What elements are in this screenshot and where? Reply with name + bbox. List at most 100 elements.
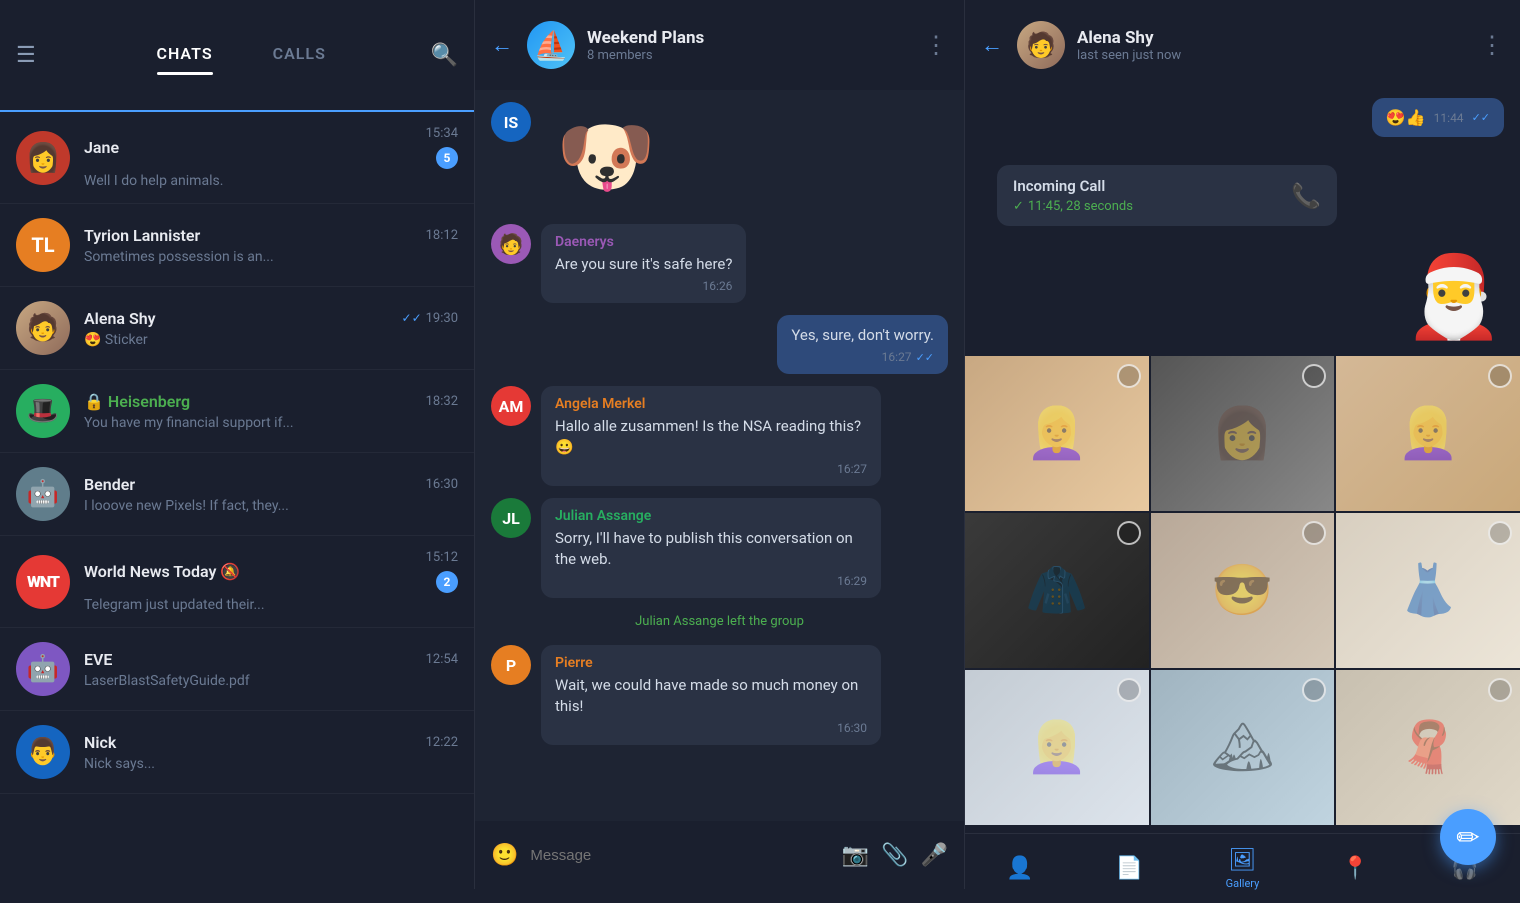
- files-icon: 📄: [1116, 856, 1143, 881]
- chat-preview: 😍 Sticker: [84, 332, 458, 348]
- incoming-call-container: Incoming Call ✓ 11:45, 28 seconds 📞: [965, 145, 1520, 246]
- list-item[interactable]: 🤖 Bender 16:30 I looove new Pixels! If f…: [0, 453, 474, 536]
- avatar: 👩: [16, 131, 70, 185]
- unread-badge: 2: [436, 571, 458, 593]
- avatar: 🎩: [16, 384, 70, 438]
- header-info: Alena Shy last seen just now: [1077, 28, 1480, 63]
- chat-preview: Telegram just updated their...: [84, 597, 458, 613]
- photo-cell[interactable]: 😎: [1151, 513, 1335, 668]
- photo-cell[interactable]: 🏔: [1151, 670, 1335, 825]
- call-time: ✓ 11:45, 28 seconds: [1013, 199, 1133, 214]
- person-figure: 👱‍♀️: [1026, 405, 1088, 463]
- photo-select-radio[interactable]: [1488, 521, 1512, 545]
- photo-cell[interactable]: 👱‍♀️: [965, 670, 1149, 825]
- photo-cell[interactable]: 🧣: [1336, 670, 1520, 825]
- list-item[interactable]: 🎩 🔒 Heisenberg 18:32 You have my financi…: [0, 370, 474, 453]
- tab-calls[interactable]: CALLS: [273, 44, 326, 67]
- chat-time: 15:34: [426, 126, 458, 141]
- chat-list: 👩 Jane 15:34 5 Well I do help animals. T…: [0, 112, 474, 889]
- chat-name-row: World News Today 🔕 15:12 2: [84, 550, 458, 593]
- gallery-icon: 🖼: [1229, 848, 1257, 873]
- chat-name-row: Alena Shy ✓✓19:30: [84, 309, 458, 328]
- photo-grid: 👱‍♀️ 👩 👱‍♀️ 🧥: [965, 348, 1520, 833]
- chat-meta: 18:12: [426, 228, 458, 243]
- nav-item-files[interactable]: 📄: [1116, 856, 1143, 881]
- avatar: JL: [491, 498, 531, 538]
- tab-chats[interactable]: CHATS: [157, 44, 213, 67]
- list-item[interactable]: 👩 Jane 15:34 5 Well I do help animals.: [0, 112, 474, 204]
- chat-time: 12:54: [426, 652, 458, 667]
- chat-name: World News Today 🔕: [84, 562, 240, 581]
- chat-meta: 12:22: [426, 735, 458, 750]
- avatar: 🧑: [491, 224, 531, 264]
- message-input[interactable]: [530, 847, 829, 864]
- photo-select-radio[interactable]: [1117, 678, 1141, 702]
- photo-cell[interactable]: 👗: [1336, 513, 1520, 668]
- photo-cell[interactable]: 👩: [1151, 356, 1335, 511]
- double-check-icon: ✓✓: [916, 351, 934, 364]
- avatar: TL: [16, 218, 70, 272]
- chat-meta: 16:30: [426, 477, 458, 492]
- tabs-container: CHATS CALLS: [52, 44, 431, 67]
- photo-select-radio[interactable]: [1117, 364, 1141, 388]
- photo-cell[interactable]: 👱‍♀️: [1336, 356, 1520, 511]
- contact-status: last seen just now: [1077, 48, 1480, 63]
- avatar: 🤖: [16, 467, 70, 521]
- message-bubble: Daenerys Are you sure it's safe here? 16…: [541, 224, 746, 303]
- message-bubble: Angela Merkel Hallo alle zusammen! Is th…: [541, 386, 881, 486]
- list-item[interactable]: WNT World News Today 🔕 15:12 2 Telegram …: [0, 536, 474, 628]
- right-panel: ← 🧑 Alena Shy last seen just now ⋮ 😍👍 11…: [965, 0, 1520, 889]
- emoji-icon[interactable]: 🙂: [491, 843, 518, 868]
- back-button[interactable]: ←: [981, 32, 1003, 58]
- message-time-row: 16:27 ✓✓: [791, 350, 934, 364]
- profile-icon: 👤: [1006, 856, 1033, 881]
- list-item[interactable]: 🧑 Alena Shy ✓✓19:30 😍 Sticker: [0, 287, 474, 370]
- compose-button[interactable]: ✏: [1440, 809, 1496, 865]
- attach-icon[interactable]: 📎: [881, 843, 908, 868]
- chat-content: Jane 15:34 5 Well I do help animals.: [84, 126, 458, 189]
- chat-title: Weekend Plans: [587, 28, 924, 48]
- avatar: 👨: [16, 725, 70, 779]
- more-options-icon[interactable]: ⋮: [924, 31, 948, 59]
- chat-content: World News Today 🔕 15:12 2 Telegram just…: [84, 550, 458, 613]
- list-item[interactable]: 🤖 EVE 12:54 LaserBlastSafetyGuide.pdf: [0, 628, 474, 711]
- more-options-icon[interactable]: ⋮: [1480, 31, 1504, 59]
- check-icon: ✓✓: [402, 311, 422, 325]
- chat-name: Jane: [84, 138, 119, 157]
- double-check-icon: ✓✓: [1472, 111, 1490, 124]
- list-item[interactable]: TL Tyrion Lannister 18:12 Sometimes poss…: [0, 204, 474, 287]
- unread-badge: 5: [436, 147, 458, 169]
- photo-select-radio[interactable]: [1488, 678, 1512, 702]
- photo-cell[interactable]: 🧥: [965, 513, 1149, 668]
- nav-item-location[interactable]: 📍: [1342, 856, 1369, 881]
- sticker-message: 🐶: [541, 102, 671, 212]
- message-time: 11:44: [1434, 111, 1464, 125]
- sent-sticker: 🎅: [1404, 250, 1504, 344]
- camera-icon[interactable]: 📷: [842, 843, 869, 868]
- left-header: ☰ CHATS CALLS 🔍: [0, 0, 474, 112]
- search-icon[interactable]: 🔍: [431, 43, 458, 68]
- message-time: 16:27: [837, 462, 867, 476]
- incoming-call-message: Incoming Call ✓ 11:45, 28 seconds 📞: [997, 165, 1337, 226]
- message-text: Yes, sure, don't worry.: [791, 325, 934, 346]
- photo-select-radio[interactable]: [1117, 521, 1141, 545]
- hamburger-icon[interactable]: ☰: [16, 43, 36, 68]
- chat-name-row: Nick 12:22: [84, 733, 458, 752]
- bottom-navigation: 👤 📄 🖼 Gallery 📍 🎧: [965, 833, 1520, 903]
- sender-name: Angela Merkel: [555, 396, 867, 412]
- messages-area: IS 🐶 🧑 Daenerys Are you sure it's safe h…: [475, 90, 964, 821]
- nav-item-profile[interactable]: 👤: [1006, 856, 1033, 881]
- person-figure: 🧥: [1026, 562, 1088, 620]
- phone-icon: 📞: [1291, 182, 1321, 210]
- back-button[interactable]: ←: [491, 32, 513, 58]
- message-row: AM Angela Merkel Hallo alle zusammen! Is…: [491, 386, 948, 486]
- mic-icon[interactable]: 🎤: [921, 843, 948, 868]
- group-avatar: ⛵: [527, 21, 575, 69]
- chat-name: Nick: [84, 733, 116, 752]
- photo-cell[interactable]: 👱‍♀️: [965, 356, 1149, 511]
- person-figure: 🏔: [1211, 719, 1274, 777]
- photo-select-radio[interactable]: [1488, 364, 1512, 388]
- person-figure: 👱‍♀️: [1026, 719, 1088, 777]
- list-item[interactable]: 👨 Nick 12:22 Nick says...: [0, 711, 474, 794]
- nav-item-gallery[interactable]: 🖼 Gallery: [1226, 848, 1260, 890]
